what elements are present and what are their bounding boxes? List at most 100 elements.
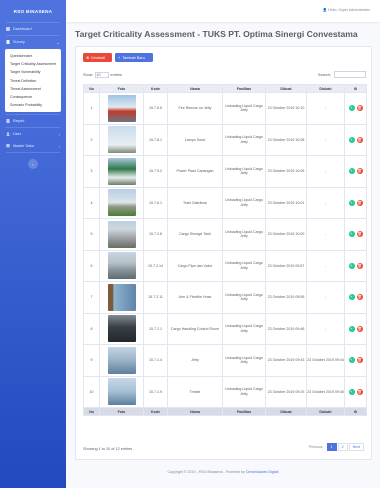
facility-photo[interactable] [107,126,136,154]
facility-photo[interactable] [107,346,136,374]
table-row: 5 15.7.2.8 Cargo Storage Tank Unloading … [83,218,367,251]
facility-photo[interactable] [107,252,136,280]
sidebar-item-user[interactable]: User › [0,128,66,140]
edit-button[interactable]: ✎ [348,168,355,175]
column-header-foto[interactable]: Foto [99,84,144,93]
footer-link[interactable]: Cendekiawan Digital [246,470,279,474]
cell-kode: 15.7.5.2 [143,155,168,188]
back-button-label: Kembali [91,55,105,60]
column-header-nama[interactable]: Nama [167,84,223,93]
submenu-item-target-criticality[interactable]: Target Criticality Assessment [5,60,61,68]
submenu-item-threat-assessment[interactable]: Threat Assessment [5,85,61,93]
sidebar-item-label: Master Data [13,144,34,149]
cell-photo [99,218,144,251]
cell-dibuat: 23 October 2019 10:05 [265,155,307,188]
times-circle-icon: ⊗ [86,56,90,60]
column-header-fasilitas[interactable]: Fasilitas [222,84,266,93]
submenu-item-threat-definition[interactable]: Threat Definition [5,77,61,85]
entries-select[interactable]: 10 [94,72,109,78]
table-row: 8 15.7.2.1 Cargo Handling Control Room U… [83,312,367,345]
delete-button[interactable]: 🗑 [356,357,363,364]
cell-diubah: - [306,123,345,156]
facility-photo[interactable] [107,315,136,343]
sidebar-item-dashboard[interactable]: Dashboard [0,23,66,35]
pagination-next[interactable]: Next [348,443,364,451]
delete-button[interactable]: 🗑 [356,136,363,143]
facility-photo[interactable] [107,220,136,248]
edit-button[interactable]: ✎ [348,262,355,269]
facility-photo[interactable] [107,157,136,185]
add-new-button[interactable]: + Tambah Baru [115,53,153,62]
facility-photo[interactable] [107,378,136,406]
cell-dibuat: 23 October 2019 10:00 [265,218,307,251]
cell-actions: ✎ 🗑 [344,344,367,377]
delete-button[interactable]: 🗑 [356,199,363,206]
column-footer-nama: Nama [167,407,223,416]
trash-icon: 🗑 [357,106,362,111]
entries-select-value: 10 [96,73,101,77]
column-header-dibuat[interactable]: Dibuat [265,84,307,93]
cell-no: 10 [83,375,100,408]
edit-button[interactable]: ✎ [348,105,355,112]
facility-photo[interactable] [107,189,136,217]
sidebar-item-master-data[interactable]: Master Data › [0,140,66,152]
submenu-item-questionnaire[interactable]: Questionnaire [5,52,61,60]
edit-button[interactable]: ✎ [348,388,355,395]
column-header-kode[interactable]: Kode [143,84,168,93]
table-row: 9 15.7.1.4 Jetty Unloading Liquid Cargo … [83,344,367,377]
brand-logo[interactable]: RSO BINASENA [0,0,66,22]
search-input[interactable] [334,71,366,78]
edit-button[interactable]: ✎ [348,357,355,364]
cell-fasilitas: Unloading Liquid Cargo Jetty [222,312,266,345]
cell-nama: Arm & Flexible Hose [167,281,223,314]
cell-photo [99,186,144,219]
facility-photo[interactable] [107,283,136,311]
cell-nama: Cargo Pipe dan Valve [167,249,223,282]
delete-button[interactable]: 🗑 [356,262,363,269]
delete-button[interactable]: 🗑 [356,105,363,112]
sidebar-toggle-button[interactable]: ‹ [28,159,38,170]
submenu-item-target-vulnerability[interactable]: Target Vulnerability [5,68,61,76]
delete-button[interactable]: 🗑 [356,294,363,301]
survey-submenu: Questionnaire Target Criticality Assessm… [5,49,61,113]
edit-button[interactable]: ✎ [348,136,355,143]
sidebar-item-survey[interactable]: Survey ⌄ [0,36,66,48]
edit-button[interactable]: ✎ [348,294,355,301]
delete-button[interactable]: 🗑 [356,325,363,332]
delete-button[interactable]: 🗑 [356,388,363,395]
trash-icon: 🗑 [357,169,362,174]
cell-actions: ✎ 🗑 [344,123,367,156]
edit-icon: ✎ [349,326,353,331]
cell-no: 8 [83,312,100,345]
sidebar-item-report[interactable]: Report [0,115,66,127]
edit-button[interactable]: ✎ [348,231,355,238]
cell-fasilitas: Unloading Liquid Cargo Jetty [222,123,266,156]
cell-no: 4 [83,186,100,219]
delete-button[interactable]: 🗑 [356,168,363,175]
column-header-diubah[interactable]: Diubah [306,84,345,93]
delete-button[interactable]: 🗑 [356,231,363,238]
submenu-item-consequence[interactable]: Consequence [5,93,61,101]
pagination-page-2[interactable]: 2 [337,443,348,451]
back-button[interactable]: ⊗ Kembali [83,53,112,62]
cell-dibuat: 23 October 2019 09:29 [265,375,307,408]
edit-icon: ✎ [349,106,353,111]
content-card: ⊗ Kembali + Tambah Baru Show 10 entries … [75,46,372,460]
pagination-page-1[interactable]: 1 [326,443,337,451]
cell-diubah: - [306,155,345,188]
column-header-no[interactable]: No [83,84,100,93]
edit-icon: ✎ [349,389,353,394]
user-menu[interactable]: 👤 Hello, Super Administrator [323,8,370,12]
submenu-item-scenario-probability[interactable]: Scenario Probability [5,101,61,109]
pagination-previous[interactable]: Previous [305,443,326,451]
edit-icon: ✎ [349,263,353,268]
table-row: 6 15.7.2.14 Cargo Pipe dan Valve Unloadi… [83,249,367,282]
trash-icon: 🗑 [357,137,362,142]
table-controls: Show 10 entries Search: [83,71,366,79]
edit-button[interactable]: ✎ [348,325,355,332]
table-body: 1 15.7.6.5 Fire Rescue on Jetty Unloadin… [83,92,367,408]
edit-button[interactable]: ✎ [348,199,355,206]
facility-photo[interactable] [107,94,136,122]
table-row: 3 15.7.5.2 Power Plant Cadangan Unloadin… [83,155,367,188]
dashboard-icon [6,27,10,31]
